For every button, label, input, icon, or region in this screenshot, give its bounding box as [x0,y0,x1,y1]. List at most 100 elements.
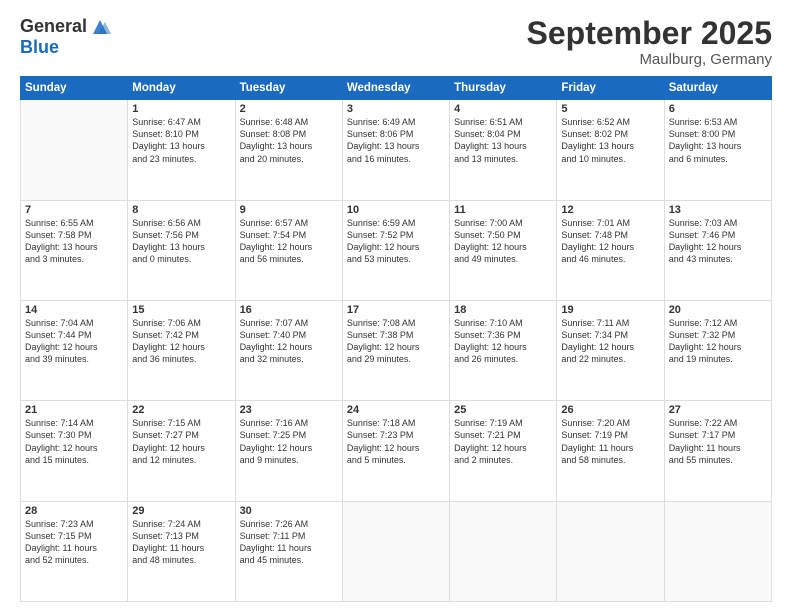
day-info: Sunrise: 6:55 AMSunset: 7:58 PMDaylight:… [25,217,123,266]
day-number: 20 [669,304,767,316]
table-row: 28Sunrise: 7:23 AMSunset: 7:15 PMDayligh… [21,501,128,601]
day-info: Sunrise: 7:22 AMSunset: 7:17 PMDaylight:… [669,417,767,466]
logo-general: General [20,17,87,37]
day-number: 1 [132,103,230,115]
table-row: 20Sunrise: 7:12 AMSunset: 7:32 PMDayligh… [664,300,771,400]
logo-icon [89,16,111,38]
day-info: Sunrise: 6:59 AMSunset: 7:52 PMDaylight:… [347,217,445,266]
location-subtitle: Maulburg, Germany [527,51,772,68]
day-number: 13 [669,204,767,216]
day-info: Sunrise: 7:12 AMSunset: 7:32 PMDaylight:… [669,317,767,366]
day-info: Sunrise: 7:00 AMSunset: 7:50 PMDaylight:… [454,217,552,266]
day-number: 22 [132,404,230,416]
table-row: 9Sunrise: 6:57 AMSunset: 7:54 PMDaylight… [235,200,342,300]
day-info: Sunrise: 6:57 AMSunset: 7:54 PMDaylight:… [240,217,338,266]
table-row: 3Sunrise: 6:49 AMSunset: 8:06 PMDaylight… [342,100,449,200]
day-number: 3 [347,103,445,115]
day-number: 5 [561,103,659,115]
logo: General Blue [20,16,111,58]
month-title: September 2025 [527,16,772,51]
col-tuesday: Tuesday [235,77,342,100]
table-row: 18Sunrise: 7:10 AMSunset: 7:36 PMDayligh… [450,300,557,400]
table-row: 16Sunrise: 7:07 AMSunset: 7:40 PMDayligh… [235,300,342,400]
table-row [557,501,664,601]
table-row [450,501,557,601]
table-row: 29Sunrise: 7:24 AMSunset: 7:13 PMDayligh… [128,501,235,601]
table-row: 19Sunrise: 7:11 AMSunset: 7:34 PMDayligh… [557,300,664,400]
day-number: 30 [240,505,338,517]
day-number: 23 [240,404,338,416]
col-thursday: Thursday [450,77,557,100]
title-section: September 2025 Maulburg, Germany [527,16,772,68]
day-number: 12 [561,204,659,216]
table-row: 30Sunrise: 7:26 AMSunset: 7:11 PMDayligh… [235,501,342,601]
table-row: 7Sunrise: 6:55 AMSunset: 7:58 PMDaylight… [21,200,128,300]
day-info: Sunrise: 6:52 AMSunset: 8:02 PMDaylight:… [561,116,659,165]
col-friday: Friday [557,77,664,100]
calendar-week-row: 1Sunrise: 6:47 AMSunset: 8:10 PMDaylight… [21,100,772,200]
day-info: Sunrise: 7:14 AMSunset: 7:30 PMDaylight:… [25,417,123,466]
col-wednesday: Wednesday [342,77,449,100]
table-row: 25Sunrise: 7:19 AMSunset: 7:21 PMDayligh… [450,401,557,501]
day-info: Sunrise: 6:49 AMSunset: 8:06 PMDaylight:… [347,116,445,165]
day-info: Sunrise: 7:01 AMSunset: 7:48 PMDaylight:… [561,217,659,266]
table-row: 8Sunrise: 6:56 AMSunset: 7:56 PMDaylight… [128,200,235,300]
table-row: 1Sunrise: 6:47 AMSunset: 8:10 PMDaylight… [128,100,235,200]
table-row: 24Sunrise: 7:18 AMSunset: 7:23 PMDayligh… [342,401,449,501]
day-info: Sunrise: 7:24 AMSunset: 7:13 PMDaylight:… [132,518,230,567]
calendar-table: Sunday Monday Tuesday Wednesday Thursday… [20,76,772,602]
calendar-week-row: 28Sunrise: 7:23 AMSunset: 7:15 PMDayligh… [21,501,772,601]
day-number: 29 [132,505,230,517]
day-number: 4 [454,103,552,115]
day-number: 15 [132,304,230,316]
calendar-week-row: 21Sunrise: 7:14 AMSunset: 7:30 PMDayligh… [21,401,772,501]
day-info: Sunrise: 6:53 AMSunset: 8:00 PMDaylight:… [669,116,767,165]
day-info: Sunrise: 7:10 AMSunset: 7:36 PMDaylight:… [454,317,552,366]
day-info: Sunrise: 7:20 AMSunset: 7:19 PMDaylight:… [561,417,659,466]
table-row: 21Sunrise: 7:14 AMSunset: 7:30 PMDayligh… [21,401,128,501]
logo-blue: Blue [20,38,59,58]
day-info: Sunrise: 6:48 AMSunset: 8:08 PMDaylight:… [240,116,338,165]
table-row: 23Sunrise: 7:16 AMSunset: 7:25 PMDayligh… [235,401,342,501]
day-number: 11 [454,204,552,216]
day-number: 10 [347,204,445,216]
day-number: 25 [454,404,552,416]
table-row: 22Sunrise: 7:15 AMSunset: 7:27 PMDayligh… [128,401,235,501]
day-number: 9 [240,204,338,216]
table-row: 26Sunrise: 7:20 AMSunset: 7:19 PMDayligh… [557,401,664,501]
day-number: 2 [240,103,338,115]
day-info: Sunrise: 7:15 AMSunset: 7:27 PMDaylight:… [132,417,230,466]
table-row [664,501,771,601]
day-info: Sunrise: 7:19 AMSunset: 7:21 PMDaylight:… [454,417,552,466]
day-info: Sunrise: 6:47 AMSunset: 8:10 PMDaylight:… [132,116,230,165]
day-number: 14 [25,304,123,316]
day-number: 27 [669,404,767,416]
table-row: 5Sunrise: 6:52 AMSunset: 8:02 PMDaylight… [557,100,664,200]
page: General Blue September 2025 Maulburg, Ge… [0,0,792,612]
day-number: 7 [25,204,123,216]
calendar-week-row: 7Sunrise: 6:55 AMSunset: 7:58 PMDaylight… [21,200,772,300]
day-number: 6 [669,103,767,115]
table-row: 17Sunrise: 7:08 AMSunset: 7:38 PMDayligh… [342,300,449,400]
table-row: 12Sunrise: 7:01 AMSunset: 7:48 PMDayligh… [557,200,664,300]
calendar-header-row: Sunday Monday Tuesday Wednesday Thursday… [21,77,772,100]
day-info: Sunrise: 7:08 AMSunset: 7:38 PMDaylight:… [347,317,445,366]
day-info: Sunrise: 7:03 AMSunset: 7:46 PMDaylight:… [669,217,767,266]
day-info: Sunrise: 6:56 AMSunset: 7:56 PMDaylight:… [132,217,230,266]
table-row: 6Sunrise: 6:53 AMSunset: 8:00 PMDaylight… [664,100,771,200]
day-info: Sunrise: 7:11 AMSunset: 7:34 PMDaylight:… [561,317,659,366]
header: General Blue September 2025 Maulburg, Ge… [20,16,772,68]
day-number: 28 [25,505,123,517]
day-number: 16 [240,304,338,316]
table-row: 13Sunrise: 7:03 AMSunset: 7:46 PMDayligh… [664,200,771,300]
day-number: 24 [347,404,445,416]
table-row: 27Sunrise: 7:22 AMSunset: 7:17 PMDayligh… [664,401,771,501]
calendar-week-row: 14Sunrise: 7:04 AMSunset: 7:44 PMDayligh… [21,300,772,400]
table-row: 11Sunrise: 7:00 AMSunset: 7:50 PMDayligh… [450,200,557,300]
day-info: Sunrise: 7:26 AMSunset: 7:11 PMDaylight:… [240,518,338,567]
table-row: 15Sunrise: 7:06 AMSunset: 7:42 PMDayligh… [128,300,235,400]
table-row: 4Sunrise: 6:51 AMSunset: 8:04 PMDaylight… [450,100,557,200]
day-number: 8 [132,204,230,216]
day-info: Sunrise: 7:04 AMSunset: 7:44 PMDaylight:… [25,317,123,366]
day-number: 19 [561,304,659,316]
